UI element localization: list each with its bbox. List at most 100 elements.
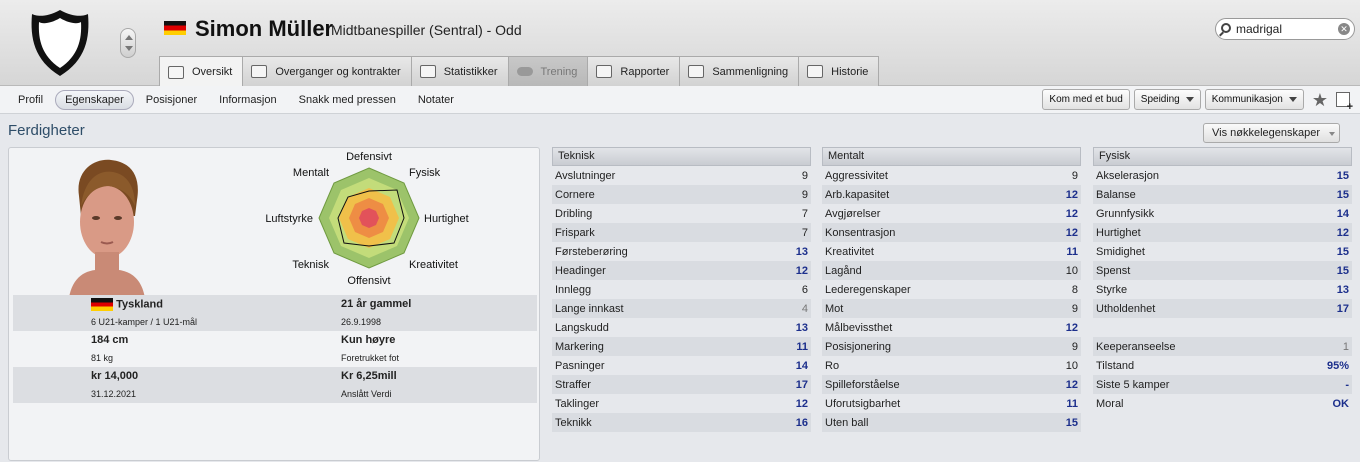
attribute-row[interactable]: Hurtighet 12 [1093, 223, 1352, 242]
attribute-row[interactable]: Balanse 15 [1093, 185, 1352, 204]
attribute-value: 17 [1336, 302, 1349, 315]
attribute-row[interactable]: Cornere 9 [552, 185, 811, 204]
tab-overganger[interactable]: Overganger og kontrakter [243, 56, 412, 86]
subnav-posisjoner[interactable]: Posisjoner [136, 90, 207, 110]
attribute-value: 1 [1342, 340, 1349, 353]
player-position-club[interactable]: Midtbanespiller (Sentral) - Odd [331, 22, 522, 38]
attribute-row[interactable]: Lagånd 10 [822, 261, 1081, 280]
attribute-row[interactable]: Lederegenskaper 8 [822, 280, 1081, 299]
attribute-row[interactable]: Avslutninger 9 [552, 166, 811, 185]
attribute-row[interactable]: Styrke 13 [1093, 280, 1352, 299]
tab-historie[interactable]: Historie [799, 56, 880, 86]
clear-icon[interactable]: ✕ [1338, 23, 1350, 35]
attribute-value: 15 [1336, 169, 1349, 182]
nationality[interactable]: Tyskland [116, 298, 163, 310]
add-note-icon[interactable] [1336, 92, 1353, 113]
key-attributes-dropdown[interactable]: Vis nøkkelegenskaper [1203, 123, 1340, 143]
attribute-radar-chart: Defensivt Fysisk Hurtighet Kreativitet O… [265, 151, 469, 287]
attribute-row[interactable]: Spilleforståelse 12 [822, 375, 1081, 394]
attribute-name: Arb.kapasitet [825, 188, 890, 201]
attribute-name: Lagånd [825, 264, 862, 277]
attribute-value: 10 [1065, 264, 1078, 277]
tab-sammenligning[interactable]: Sammenligning [680, 56, 800, 86]
attribute-value: 9 [1071, 340, 1078, 353]
radar-label-hurtighet: Hurtighet [424, 213, 469, 225]
attribute-name: Målbevissthet [825, 321, 893, 334]
tab-bar: Oversikt Overganger og kontrakter Statis… [159, 56, 880, 87]
attribute-row[interactable]: Langskudd 13 [552, 318, 811, 337]
height: 184 cm [91, 334, 129, 346]
search-input[interactable] [1236, 21, 1336, 37]
training-icon [516, 67, 533, 76]
attribute-row[interactable]: Siste 5 kamper - [1093, 375, 1352, 394]
attribute-row[interactable]: Frispark 7 [552, 223, 811, 242]
attribute-row[interactable]: Ro 10 [822, 356, 1081, 375]
attribute-row[interactable]: Smidighet 15 [1093, 242, 1352, 261]
make-offer-button[interactable]: Kom med et bud [1042, 89, 1130, 110]
attribute-row[interactable]: Målbevissthet 12 [822, 318, 1081, 337]
attribute-row[interactable]: Grunnfysikk 14 [1093, 204, 1352, 223]
arrow-up-icon[interactable] [125, 35, 133, 40]
tab-rapporter[interactable]: Rapporter [588, 56, 681, 86]
attribute-row[interactable]: Førsteberøring 13 [552, 242, 811, 261]
radar-label-mentalt: Mentalt [293, 167, 329, 179]
subnav-informasjon[interactable]: Informasjon [209, 90, 286, 110]
subnav-snakk-med-pressen[interactable]: Snakk med pressen [289, 90, 406, 110]
history-icon [807, 65, 824, 78]
attribute-row[interactable]: Uforutsigbarhet 11 [822, 394, 1081, 413]
attribute-row[interactable]: Tilstand 95% [1093, 356, 1352, 375]
attribute-row[interactable]: Teknikk 16 [552, 413, 811, 432]
attribute-value: 4 [801, 302, 808, 315]
search-box[interactable]: ✕ [1215, 18, 1355, 40]
subnav-notater[interactable]: Notater [408, 90, 464, 110]
attribute-name: Siste 5 kamper [1096, 378, 1170, 391]
attribute-name: Konsentrasjon [825, 226, 896, 239]
attribute-row[interactable]: Konsentrasjon 12 [822, 223, 1081, 242]
arrow-down-icon[interactable] [125, 46, 133, 51]
communication-dropdown[interactable]: Kommunikasjon [1204, 89, 1304, 110]
attribute-row[interactable]: Aggressivitet 9 [822, 166, 1081, 185]
attribute-name: Ro [825, 359, 840, 372]
header-bar: Simon Müller Midtbanespiller (Sentral) -… [0, 0, 1360, 87]
player-nav-arrows[interactable] [120, 28, 136, 58]
tab-trening: Trening [508, 56, 589, 86]
attribute-row[interactable]: Posisjonering 9 [822, 337, 1081, 356]
attribute-row[interactable]: Mot 9 [822, 299, 1081, 318]
radar-label-kreativitet: Kreativitet [409, 259, 458, 271]
attribute-row[interactable]: Taklinger 12 [552, 394, 811, 413]
attribute-row[interactable]: Spenst 15 [1093, 261, 1352, 280]
attribute-row[interactable]: Straffer 17 [552, 375, 811, 394]
attribute-name: Lederegenskaper [825, 283, 911, 296]
attribute-name: Hurtighet [1096, 226, 1141, 239]
attributes-column-fysisk: Fysisk Akselerasjon 15 Balanse 15 Grunnfysikk… [1093, 147, 1352, 413]
tab-oversikt[interactable]: Oversikt [159, 56, 244, 87]
attribute-row[interactable]: Headinger 12 [552, 261, 811, 280]
club-crest-icon[interactable] [28, 8, 92, 78]
attribute-row[interactable]: Markering 11 [552, 337, 811, 356]
attribute-row[interactable]: Avgjørelser 12 [822, 204, 1081, 223]
attribute-row[interactable]: Moral OK [1093, 394, 1352, 413]
attribute-row[interactable]: Dribling 7 [552, 204, 811, 223]
attribute-row[interactable]: Uten ball 15 [822, 413, 1081, 432]
attribute-value: 13 [795, 321, 808, 334]
attribute-value: 10 [1065, 359, 1078, 372]
attribute-row[interactable]: Keeperanseelse 1 [1093, 337, 1352, 356]
attribute-row[interactable]: Pasninger 14 [552, 356, 811, 375]
wage: kr 14,000 [91, 370, 139, 382]
attribute-name: Teknikk [555, 416, 592, 429]
attribute-value: 11 [796, 340, 808, 353]
subnav-profil[interactable]: Profil [8, 90, 53, 110]
attribute-row[interactable]: Akselerasjon 15 [1093, 166, 1352, 185]
attribute-row[interactable]: Utholdenhet 17 [1093, 299, 1352, 318]
attribute-value: OK [1332, 397, 1350, 410]
attribute-row[interactable]: Innlegg 6 [552, 280, 811, 299]
attribute-name: Mot [825, 302, 844, 315]
attribute-row[interactable]: Arb.kapasitet 12 [822, 185, 1081, 204]
star-icon[interactable]: ★ [1312, 90, 1328, 110]
scouting-dropdown[interactable]: Speiding [1133, 89, 1201, 110]
attribute-row[interactable]: Kreativitet 11 [822, 242, 1081, 261]
subnav-egenskaper[interactable]: Egenskaper [55, 90, 134, 110]
attribute-row[interactable]: Lange innkast 4 [552, 299, 811, 318]
document-icon [251, 65, 268, 78]
tab-statistikker[interactable]: Statistikker [411, 56, 509, 86]
